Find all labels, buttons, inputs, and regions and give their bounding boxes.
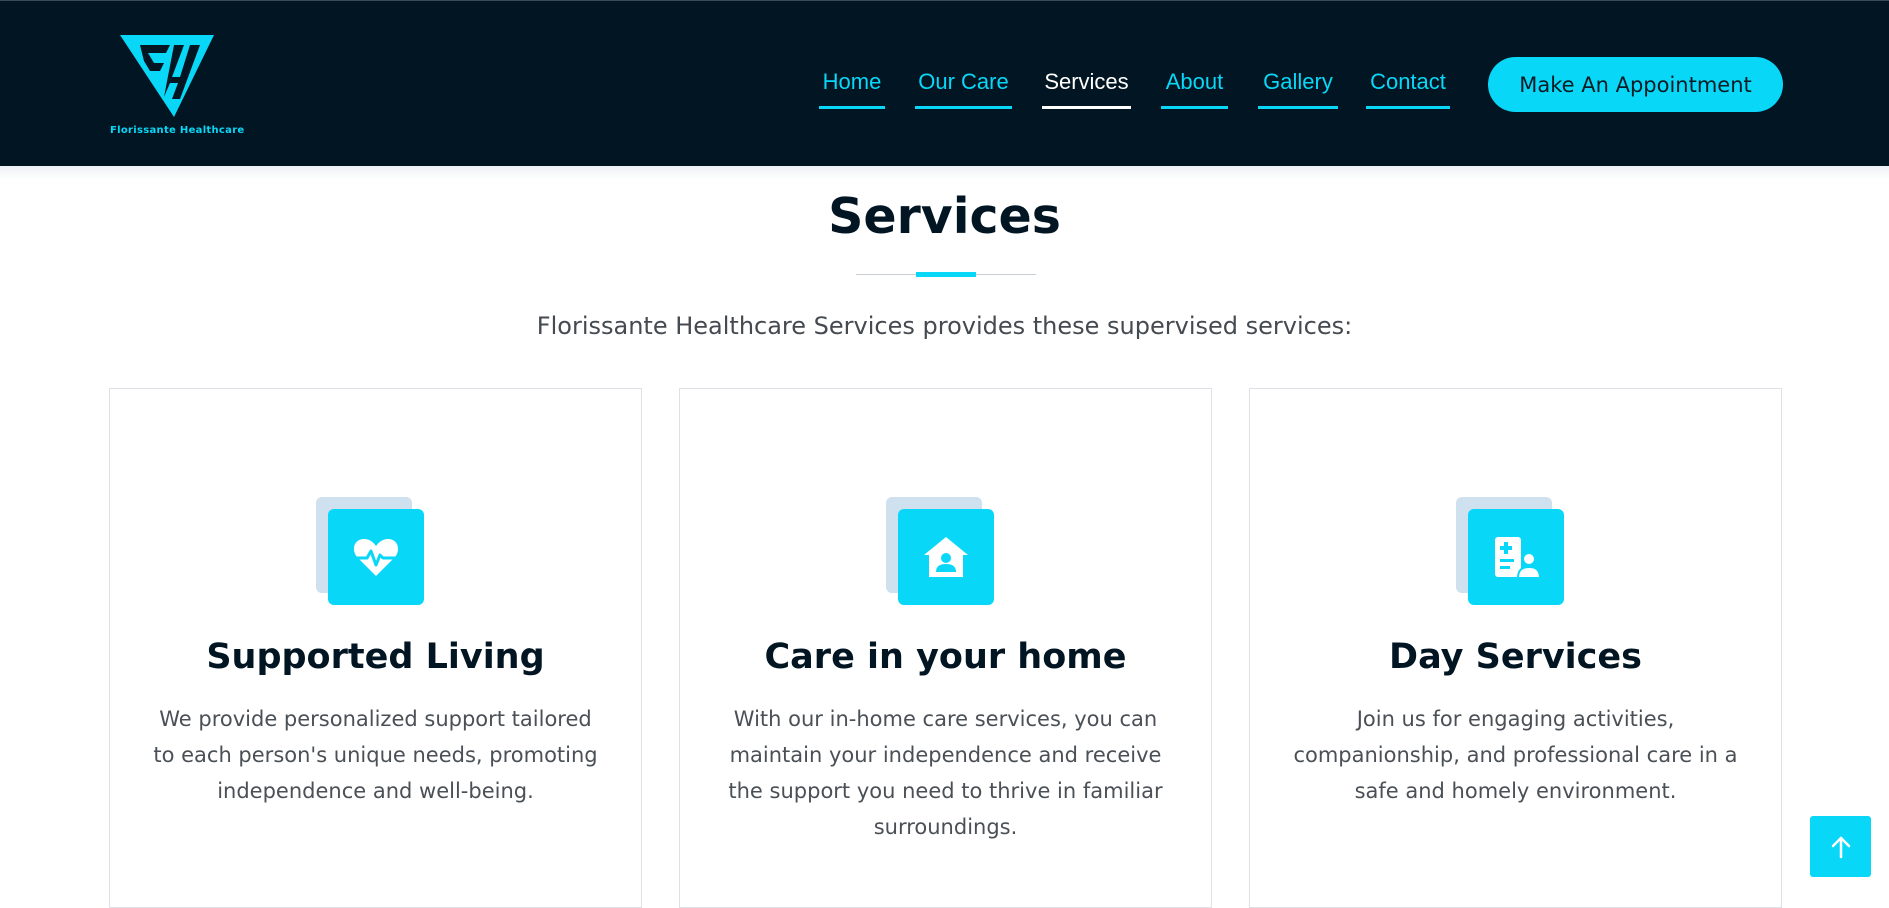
nav-item-gallery[interactable]: Gallery <box>1258 67 1338 109</box>
heart-pulse-icon <box>353 539 399 576</box>
title-divider-accent <box>916 272 976 277</box>
section-subtitle: Florissante Healthcare Services provides… <box>536 312 1353 340</box>
card-description: With our in-home care services, you can … <box>728 707 1163 839</box>
card-title: Care in your home <box>764 637 1127 677</box>
nav-item-contact[interactable]: Contact <box>1366 67 1450 109</box>
service-card-supported-living: Supported Living We provide personalized… <box>109 388 642 908</box>
service-icon-wrap <box>886 497 996 607</box>
card-description: We provide personalized support tailored… <box>153 707 598 803</box>
nav-item-our-care[interactable]: Our Care <box>915 67 1012 109</box>
back-to-top-button[interactable] <box>1810 816 1871 877</box>
nav-item-services[interactable]: Services <box>1042 67 1131 109</box>
header-shadow <box>0 166 1889 180</box>
service-icon-wrap <box>1456 497 1566 607</box>
section-title: Services <box>828 188 1061 245</box>
logo-text: Florissante Healthcare <box>110 125 245 136</box>
service-card-day-services: Day Services Join us for engaging activi… <box>1249 388 1782 908</box>
nav-item-about[interactable]: About <box>1161 67 1228 109</box>
home-user-icon <box>924 537 968 577</box>
card-title: Day Services <box>1389 637 1642 677</box>
site-header: Florissante Healthcare Home Our Care Ser… <box>0 0 1889 166</box>
card-title: Supported Living <box>206 637 545 677</box>
medical-record-user-icon <box>1495 537 1541 579</box>
nav-item-home[interactable]: Home <box>819 67 885 109</box>
make-appointment-button[interactable]: Make An Appointment <box>1488 57 1783 112</box>
card-description: Join us for engaging activities, compani… <box>1293 707 1738 803</box>
service-card-care-in-home: Care in your home With our in-home care … <box>679 388 1212 908</box>
service-icon-wrap <box>316 497 426 607</box>
arrow-up-icon <box>1831 836 1850 858</box>
